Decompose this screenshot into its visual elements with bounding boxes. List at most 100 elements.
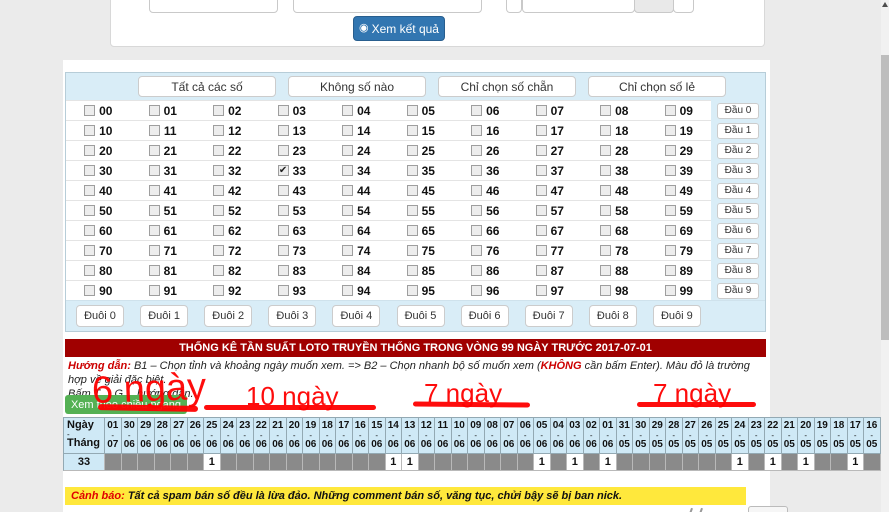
number-checkbox[interactable]	[536, 165, 547, 176]
number-cell[interactable]: 14	[324, 121, 389, 140]
number-cell[interactable]: 55	[389, 201, 454, 220]
view-results-button[interactable]: ◉ Xem kết quả	[353, 16, 445, 41]
number-checkbox[interactable]	[84, 165, 95, 176]
number-cell[interactable]: 03	[260, 101, 325, 120]
number-checkbox[interactable]	[84, 105, 95, 116]
number-checkbox[interactable]	[536, 265, 547, 276]
number-cell[interactable]: 09	[647, 101, 712, 120]
number-checkbox[interactable]	[149, 105, 160, 116]
number-cell[interactable]: 40	[66, 181, 131, 200]
number-checkbox[interactable]	[213, 105, 224, 116]
number-cell[interactable]: 45	[389, 181, 454, 200]
number-checkbox[interactable]	[407, 265, 418, 276]
number-cell[interactable]: 92	[195, 281, 260, 300]
number-cell[interactable]: 70	[66, 241, 131, 260]
number-checkbox[interactable]	[149, 265, 160, 276]
number-checkbox[interactable]	[407, 165, 418, 176]
number-cell[interactable]: 43	[260, 181, 325, 200]
number-cell[interactable]: 59	[647, 201, 712, 220]
number-checkbox[interactable]	[342, 125, 353, 136]
scrollbar-thumb[interactable]	[881, 55, 889, 340]
dau-button[interactable]: Đầu 4	[717, 183, 760, 199]
number-checkbox[interactable]	[213, 285, 224, 296]
number-cell[interactable]: 77	[518, 241, 583, 260]
number-cell[interactable]: 16	[453, 121, 518, 140]
number-cell[interactable]: 04	[324, 101, 389, 120]
number-checkbox[interactable]	[665, 285, 676, 296]
number-checkbox[interactable]	[407, 245, 418, 256]
number-checkbox[interactable]	[600, 205, 611, 216]
date-range-input[interactable]	[293, 0, 482, 13]
duoi-button[interactable]: Đuôi 3	[268, 305, 316, 327]
number-cell[interactable]: 56	[453, 201, 518, 220]
number-cell[interactable]: 79	[647, 241, 712, 260]
number-cell[interactable]: 30	[66, 161, 131, 180]
number-checkbox[interactable]	[471, 185, 482, 196]
number-checkbox[interactable]	[536, 185, 547, 196]
number-checkbox[interactable]	[600, 185, 611, 196]
duoi-button[interactable]: Đuôi 1	[140, 305, 188, 327]
number-checkbox[interactable]	[149, 225, 160, 236]
number-cell[interactable]: 19	[647, 121, 712, 140]
number-cell[interactable]: 83	[260, 261, 325, 280]
duoi-button[interactable]: Đuôi 0	[76, 305, 124, 327]
number-cell[interactable]: 84	[324, 261, 389, 280]
number-checkbox[interactable]	[278, 145, 289, 156]
number-checkbox[interactable]	[665, 105, 676, 116]
number-cell[interactable]: 15	[389, 121, 454, 140]
number-checkbox[interactable]	[84, 125, 95, 136]
number-cell[interactable]: 86	[453, 261, 518, 280]
number-checkbox[interactable]	[342, 245, 353, 256]
number-checkbox[interactable]	[407, 185, 418, 196]
number-cell[interactable]: 47	[518, 181, 583, 200]
number-checkbox[interactable]	[665, 265, 676, 276]
number-cell[interactable]: 93	[260, 281, 325, 300]
number-cell[interactable]: 17	[518, 121, 583, 140]
number-checkbox[interactable]	[665, 205, 676, 216]
dau-button[interactable]: Đầu 6	[717, 223, 760, 239]
number-checkbox[interactable]	[536, 205, 547, 216]
number-cell[interactable]: 67	[518, 221, 583, 240]
duoi-button[interactable]: Đuôi 7	[525, 305, 573, 327]
duoi-button[interactable]: Đuôi 6	[461, 305, 509, 327]
stepper-down-button[interactable]	[634, 0, 674, 13]
number-cell[interactable]: 50	[66, 201, 131, 220]
number-checkbox[interactable]	[278, 265, 289, 276]
number-cell[interactable]: 99	[647, 281, 712, 300]
number-checkbox[interactable]	[600, 265, 611, 276]
number-cell[interactable]: 69	[647, 221, 712, 240]
duoi-button[interactable]: Đuôi 8	[589, 305, 637, 327]
number-cell[interactable]: 10	[66, 121, 131, 140]
dau-button[interactable]: Đầu 5	[717, 203, 760, 219]
number-checkbox[interactable]	[665, 185, 676, 196]
number-cell[interactable]: 54	[324, 201, 389, 220]
number-cell[interactable]: 07	[518, 101, 583, 120]
number-checkbox[interactable]	[213, 185, 224, 196]
quick-select-button[interactable]: Tất cả các số	[138, 76, 276, 97]
number-checkbox[interactable]	[471, 165, 482, 176]
number-cell[interactable]: 24	[324, 141, 389, 160]
number-checkbox[interactable]	[278, 205, 289, 216]
number-cell[interactable]: 76	[453, 241, 518, 260]
number-checkbox[interactable]	[471, 105, 482, 116]
number-checkbox[interactable]	[213, 145, 224, 156]
number-cell[interactable]: 78	[582, 241, 647, 260]
number-checkbox[interactable]	[600, 145, 611, 156]
duoi-button[interactable]: Đuôi 2	[204, 305, 252, 327]
number-checkbox[interactable]	[84, 245, 95, 256]
number-checkbox[interactable]	[407, 205, 418, 216]
number-checkbox[interactable]	[149, 165, 160, 176]
number-checkbox[interactable]	[536, 105, 547, 116]
number-checkbox[interactable]	[278, 285, 289, 296]
number-cell[interactable]: 82	[195, 261, 260, 280]
number-checkbox[interactable]: ✔	[278, 165, 289, 176]
number-cell[interactable]: 48	[582, 181, 647, 200]
number-checkbox[interactable]	[407, 225, 418, 236]
number-cell[interactable]: 74	[324, 241, 389, 260]
number-cell[interactable]: 96	[453, 281, 518, 300]
number-checkbox[interactable]	[536, 245, 547, 256]
number-cell[interactable]: 98	[582, 281, 647, 300]
number-cell[interactable]: 29	[647, 141, 712, 160]
number-cell[interactable]: 38	[582, 161, 647, 180]
quick-select-button[interactable]: Chỉ chọn số lẻ	[588, 76, 726, 97]
